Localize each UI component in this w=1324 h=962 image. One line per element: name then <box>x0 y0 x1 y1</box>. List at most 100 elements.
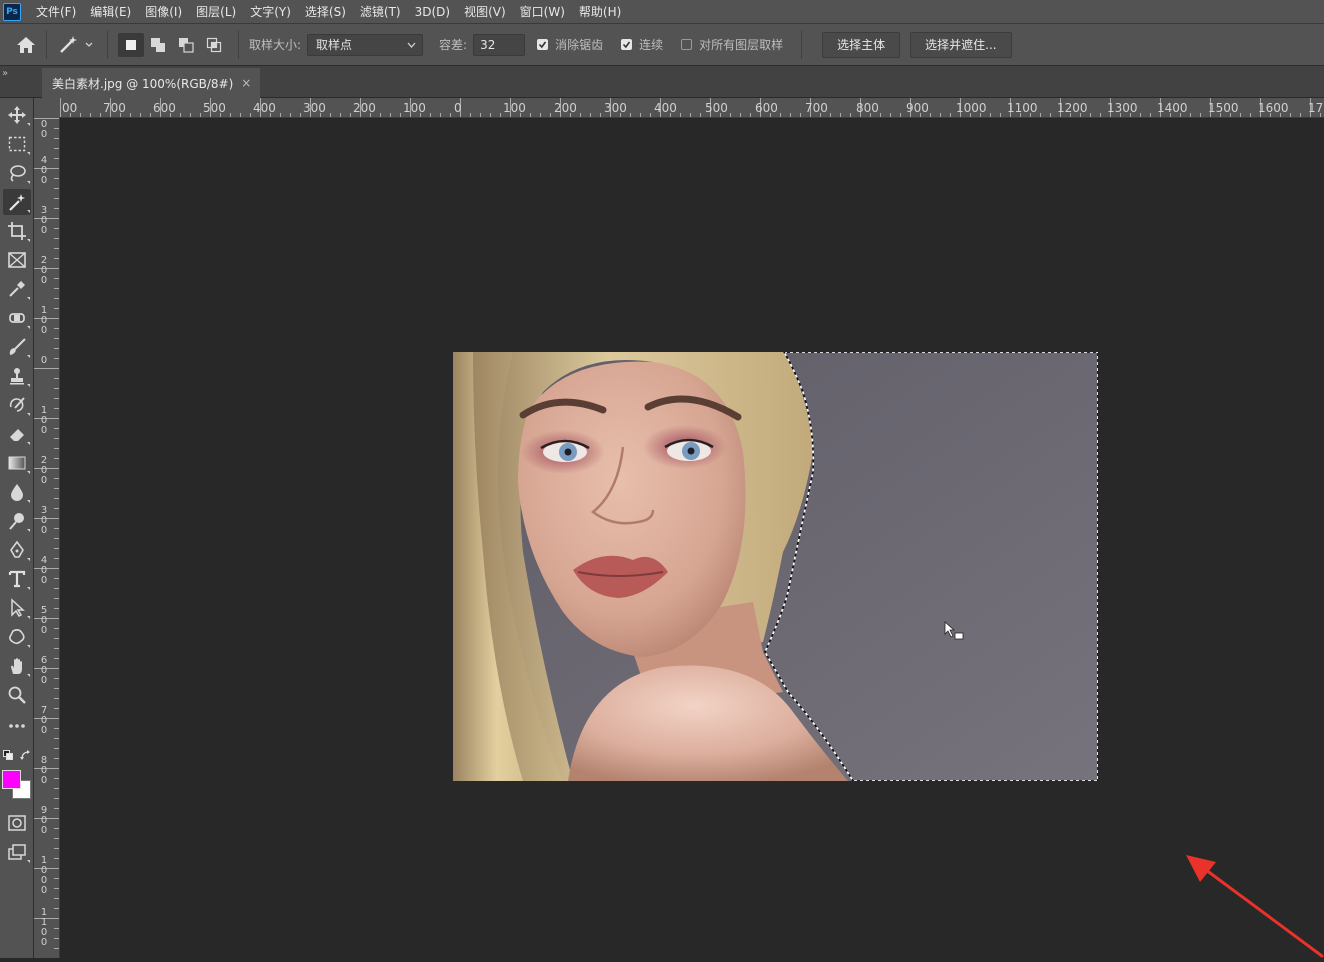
ruler-label: 1600 <box>1258 101 1289 115</box>
menu-3d[interactable]: 3D(D) <box>408 5 457 19</box>
separator <box>238 30 239 59</box>
hand-tool[interactable] <box>3 653 31 679</box>
type-tool[interactable] <box>3 566 31 592</box>
screen-mode-tool[interactable] <box>3 839 31 865</box>
quick-mask-tool[interactable] <box>3 810 31 836</box>
sample-size-value: 取样点 <box>316 38 353 52</box>
menu-filter[interactable]: 滤镜(T) <box>353 3 408 20</box>
move-tool[interactable] <box>3 102 31 128</box>
document-tab[interactable]: 美白素材.jpg @ 100%(RGB/8#) × <box>42 68 260 98</box>
eraser-icon <box>10 429 24 441</box>
foreground-color-swatch[interactable] <box>2 770 21 789</box>
ruler-label: 0 <box>40 355 48 366</box>
ruler-label: 800 <box>856 101 879 115</box>
anti-alias-option[interactable]: 消除锯齿 <box>537 36 603 53</box>
pen-icon <box>10 540 24 558</box>
crop-icon <box>8 222 26 240</box>
separator <box>107 30 108 59</box>
dodge-tool[interactable] <box>3 508 31 534</box>
new-selection-icon[interactable] <box>118 32 144 57</box>
checkmark-icon <box>623 41 631 49</box>
pen-tool[interactable] <box>3 537 31 563</box>
eyedropper-tool[interactable] <box>3 276 31 302</box>
sample-all-layers-option[interactable]: 对所有图层取样 <box>681 36 783 53</box>
history-brush-tool[interactable] <box>3 392 31 418</box>
sample-size-label: 取样大小: <box>249 38 302 52</box>
lasso-icon <box>10 165 26 182</box>
zoom-icon <box>8 686 26 704</box>
menu-view[interactable]: 视图(V) <box>457 3 513 20</box>
swap-colors-icon[interactable] <box>20 750 32 762</box>
document-canvas[interactable] <box>60 118 1324 958</box>
history-brush-icon <box>9 397 25 412</box>
ruler-label: 700 <box>805 101 828 115</box>
add-to-selection-icon[interactable] <box>144 33 172 57</box>
menu-type[interactable]: 文字(Y) <box>243 3 298 20</box>
zoom-tool[interactable] <box>3 682 31 708</box>
ruler-label: 3 0 0 <box>40 505 48 536</box>
gradient-tool[interactable] <box>3 450 31 476</box>
menu-layer[interactable]: 图层(L) <box>189 3 243 20</box>
magic-wand-icon <box>9 194 25 211</box>
menu-edit[interactable]: 编辑(E) <box>83 3 138 20</box>
crop-tool[interactable] <box>3 218 31 244</box>
menu-window[interactable]: 窗口(W) <box>513 3 572 20</box>
sample-all-layers-label: 对所有图层取样 <box>699 38 784 52</box>
close-icon[interactable]: × <box>241 76 251 90</box>
ruler-label: 4 0 0 <box>40 155 48 186</box>
tools-panel <box>0 98 34 958</box>
clone-stamp-tool[interactable] <box>3 363 31 389</box>
select-subject-button[interactable]: 选择主体 <box>822 31 901 58</box>
ruler-label: 7 0 0 <box>40 705 48 736</box>
home-icon[interactable] <box>16 36 36 54</box>
ruler-label: 1 0 0 0 <box>40 855 48 896</box>
menu-select[interactable]: 选择(S) <box>298 3 353 20</box>
more-tools[interactable] <box>3 713 31 739</box>
ruler-label: 17 <box>1308 101 1324 115</box>
subtract-from-selection-icon[interactable] <box>172 33 200 57</box>
anti-alias-checkbox[interactable] <box>537 39 549 50</box>
eyedropper-icon <box>9 281 25 297</box>
ruler-label: 600 <box>153 101 176 115</box>
quick-mask-icon <box>8 815 26 831</box>
hand-icon <box>11 658 22 674</box>
magic-wand-tool[interactable] <box>3 189 31 215</box>
brush-tool[interactable] <box>3 334 31 360</box>
contiguous-option[interactable]: 连续 <box>621 36 663 53</box>
ruler-label: 900 <box>906 101 929 115</box>
eraser-tool[interactable] <box>3 421 31 447</box>
document-tab-strip: » 美白素材.jpg @ 100%(RGB/8#) × <box>0 66 1324 98</box>
menu-help[interactable]: 帮助(H) <box>572 3 628 20</box>
move-icon <box>8 106 26 124</box>
tolerance-input[interactable] <box>473 33 526 56</box>
custom-shape-tool[interactable] <box>3 624 31 650</box>
contiguous-checkbox[interactable] <box>621 39 633 50</box>
sample-size-select[interactable]: 取样点 <box>307 33 424 56</box>
menu-file[interactable]: 文件(F) <box>29 3 83 20</box>
annotation-arrow-icon <box>1186 855 1324 958</box>
intersect-selection-icon[interactable] <box>200 33 228 57</box>
rect-marquee-icon <box>8 136 26 152</box>
screen-mode-icon <box>8 844 26 860</box>
tool-preset-picker[interactable] <box>57 35 97 55</box>
blur-tool[interactable] <box>3 479 31 505</box>
magic-wand-cursor-icon <box>944 621 964 640</box>
frame-tool[interactable] <box>3 247 31 273</box>
portrait-photo[interactable] <box>453 352 1098 781</box>
marquee-tool[interactable] <box>3 131 31 157</box>
path-selection-tool[interactable] <box>3 595 31 621</box>
panel-collapse-icon[interactable]: » <box>2 68 8 79</box>
menu-image[interactable]: 图像(I) <box>138 3 189 20</box>
ruler-label: 700 <box>103 101 126 115</box>
ruler-label: 1400 <box>1157 101 1188 115</box>
vertical-ruler: 0 0 4 0 0 3 0 0 2 0 0 1 0 0 0 1 0 0 2 0 … <box>34 118 60 958</box>
sample-all-layers-checkbox[interactable] <box>681 39 693 50</box>
ruler-label: 1 0 0 <box>40 305 48 336</box>
droplet-icon <box>11 484 23 501</box>
spot-healing-tool[interactable] <box>3 305 31 331</box>
select-and-mask-button[interactable]: 选择并遮住... <box>910 31 1012 58</box>
checkmark-icon <box>539 41 547 49</box>
default-colors-icon[interactable] <box>3 750 13 760</box>
menu-bar: Ps 文件(F) 编辑(E) 图像(I) 图层(L) 文字(Y) 选择(S) 滤… <box>0 0 1324 24</box>
lasso-tool[interactable] <box>3 160 31 186</box>
